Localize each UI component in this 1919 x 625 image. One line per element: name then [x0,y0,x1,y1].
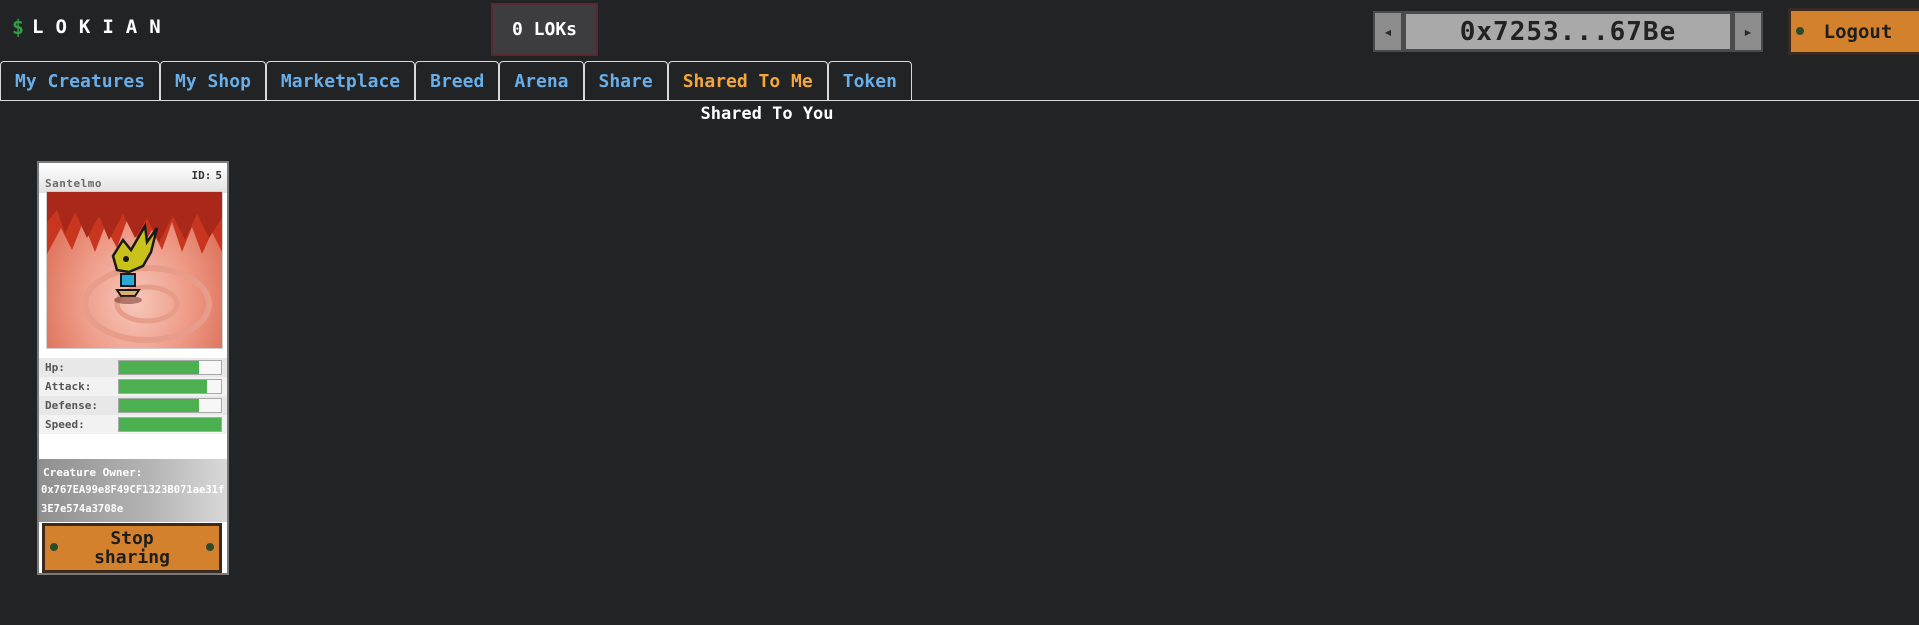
tab-arena[interactable]: Arena [499,61,584,101]
creature-id-label: ID: [191,169,212,182]
dollar-icon: $ [12,15,25,39]
tab-label: Breed [430,71,485,92]
tab-label: Marketplace [280,71,401,92]
owner-label: Creature Owner: [43,466,143,479]
stats-list: Hp: Attack: Defense: Speed: [39,358,227,434]
wallet-address-display[interactable]: ◂ 0x7253...67Be ▸ [1373,11,1763,52]
stop-sharing-label: Stop sharing [94,528,170,568]
page: $ LOKIAN 0 LOKs ◂ 0x7253...67Be ▸ Logout… [0,0,1919,625]
stat-bar-fill [119,399,199,412]
tab-breed[interactable]: Breed [415,61,500,101]
creature-owner: Creature Owner: 0x767EA99e8F49CF1323B071… [39,459,227,522]
tabs-divider [0,100,1919,101]
stat-label: Speed: [45,418,85,431]
creature-base [115,289,141,297]
tab-my-shop[interactable]: My Shop [160,61,266,101]
logout-button[interactable]: Logout [1788,8,1919,55]
stat-bar [118,379,222,394]
stat-bar-fill [119,418,221,431]
creature-image [46,191,223,349]
creature-card: Santelmo ID: 5 Hp: Attack: Defense: Spee… [37,161,229,575]
brand-name: LOKIAN [32,16,173,38]
wallet-address: 0x7253...67Be [1403,11,1733,52]
stat-row-defense: Defense: [39,396,227,415]
lok-balance-label: 0 LOKs [511,19,578,40]
creature-core [120,273,136,287]
tab-label: Token [842,71,897,92]
stat-bar [118,398,222,413]
rivet-icon [1796,27,1804,35]
tab-label: My Creatures [15,71,146,92]
stat-row-hp: Hp: [39,358,227,377]
tab-share[interactable]: Share [583,61,668,101]
stat-label: Defense: [45,399,98,412]
brand[interactable]: $ LOKIAN [12,16,173,38]
lok-balance: 0 LOKs [491,3,598,56]
tab-label: Share [598,71,653,92]
arrow-left-icon: ◂ [1373,11,1403,52]
rivet-icon [50,543,58,551]
stat-row-speed: Speed: [39,415,227,434]
tab-label: Arena [514,71,569,92]
rivet-icon [206,543,214,551]
stat-bar-fill [119,380,207,393]
creature-shadow [114,296,142,304]
arrow-right-icon: ▸ [1733,11,1763,52]
stat-label: Attack: [45,380,92,393]
tab-label: My Shop [175,71,251,92]
stat-bar-fill [119,361,199,374]
stat-label: Hp: [45,361,65,374]
stat-bar [118,417,222,432]
creature-sprite [47,192,222,343]
creature-id: ID: 5 [188,169,223,182]
arena-ring [82,265,212,343]
tab-my-creatures[interactable]: My Creatures [0,61,161,101]
tab-shared-to-me[interactable]: Shared To Me [667,61,828,101]
owner-address: 0x767EA99e8F49CF1323B071ae31f3E7e574a370… [41,484,225,515]
tab-marketplace[interactable]: Marketplace [265,61,416,101]
stop-sharing-button[interactable]: Stop sharing [42,523,222,573]
creature-eye [123,256,129,262]
creature-id-value: 5 [215,169,222,182]
main-tabs: My Creatures My Shop Marketplace Breed A… [0,61,912,101]
stat-row-attack: Attack: [39,377,227,396]
card-header: Santelmo ID: 5 [39,163,227,193]
stat-bar [118,360,222,375]
logout-label: Logout [1823,20,1893,43]
creature-name: Santelmo [45,177,102,190]
tab-token[interactable]: Token [827,61,912,101]
tab-label: Shared To Me [682,71,813,92]
section-title: Shared To You [700,104,834,124]
